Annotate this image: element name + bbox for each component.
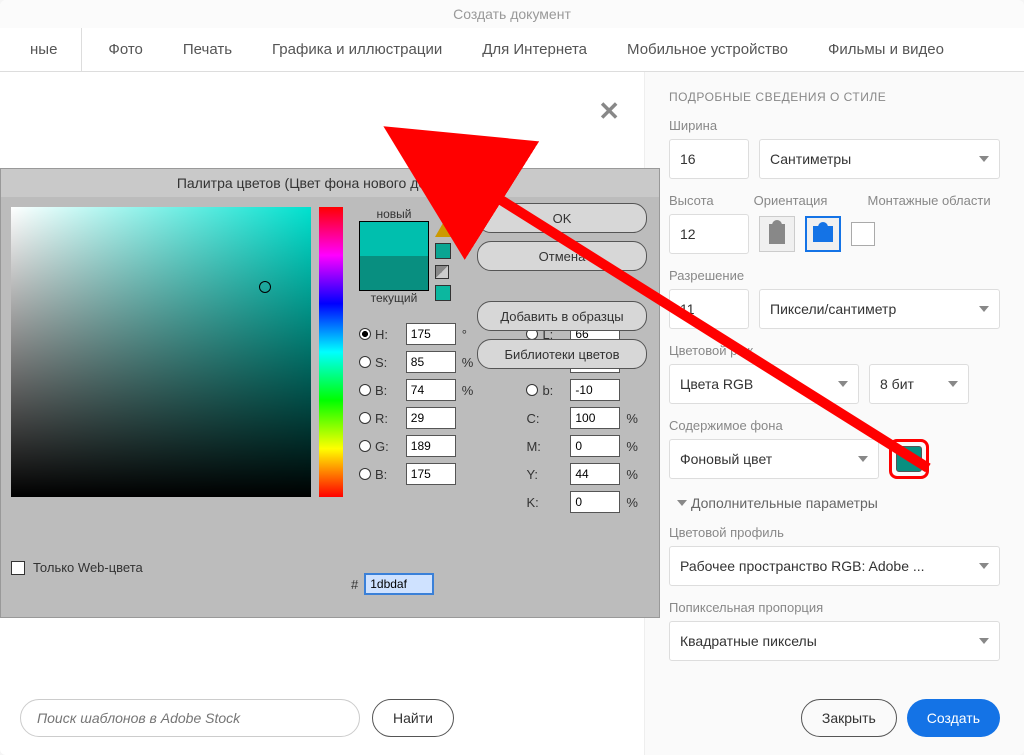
resolution-units-select[interactable]: Пиксели/сантиметр <box>759 289 1000 329</box>
preset-tabs: ные Фото Печать Графика и иллюстрации Дл… <box>0 28 1024 72</box>
bb-radio[interactable] <box>526 384 538 396</box>
g-radio[interactable] <box>359 440 371 452</box>
resolution-units-value: Пиксели/сантиметр <box>770 301 896 317</box>
background-value: Фоновый цвет <box>680 451 772 467</box>
gamut-warning-icon[interactable] <box>435 223 451 237</box>
tab-print[interactable]: Печать <box>163 28 252 72</box>
stock-search-input[interactable] <box>20 699 360 737</box>
y-input[interactable] <box>570 463 620 485</box>
web-colors-label: Только Web-цвета <box>33 560 143 575</box>
orientation-label: Ориентация <box>754 193 828 208</box>
window-title: Создать документ <box>0 0 1024 28</box>
h-input[interactable] <box>406 323 456 345</box>
preset-details-panel: ПОДРОБНЫЕ СВЕДЕНИЯ О СТИЛЕ Ширина 16 Сан… <box>644 72 1024 755</box>
current-color-swatch[interactable] <box>360 256 428 290</box>
background-color-swatch[interactable] <box>889 439 929 479</box>
current-color-label: текущий <box>359 291 429 305</box>
s-radio[interactable] <box>359 356 371 368</box>
tab-illustration[interactable]: Графика и иллюстрации <box>252 28 462 72</box>
units-value: Сантиметры <box>770 151 851 167</box>
cancel-button[interactable]: Отмена <box>477 241 647 271</box>
hash-label: # <box>351 577 358 592</box>
chevron-down-icon <box>858 456 868 462</box>
create-button[interactable]: Создать <box>907 699 1000 737</box>
c-input[interactable] <box>570 407 620 429</box>
tab-film[interactable]: Фильмы и видео <box>808 28 964 72</box>
brightness-input[interactable] <box>406 379 456 401</box>
units-select[interactable]: Сантиметры <box>759 139 1000 179</box>
pixel-aspect-select[interactable]: Квадратные пикселы <box>669 621 1000 661</box>
k-input[interactable] <box>570 491 620 513</box>
resolution-label: Разрешение <box>669 268 1000 283</box>
color-picker-title: Палитра цветов (Цвет фона нового докумен… <box>1 169 659 197</box>
websafe-warning-icon[interactable] <box>435 265 449 279</box>
artboards-label: Монтажные области <box>867 193 990 208</box>
pixel-aspect-value: Квадратные пикселы <box>680 633 817 649</box>
chevron-down-icon <box>979 306 989 312</box>
gamut-safe-swatch[interactable] <box>435 243 451 259</box>
chevron-down-icon <box>838 381 848 387</box>
resolution-input[interactable]: 11 <box>669 289 749 329</box>
tab-recent[interactable]: ные <box>10 28 82 72</box>
new-color-swatch <box>360 222 428 256</box>
r-input[interactable] <box>406 407 456 429</box>
bb-input[interactable] <box>570 379 620 401</box>
advanced-label: Дополнительные параметры <box>691 495 878 511</box>
orientation-landscape[interactable] <box>805 216 841 252</box>
tab-mobile[interactable]: Мобильное устройство <box>607 28 808 72</box>
web-colors-checkbox[interactable] <box>11 561 25 575</box>
color-picker-dialog: Палитра цветов (Цвет фона нового докумен… <box>0 168 660 618</box>
websafe-swatch[interactable] <box>435 285 451 301</box>
close-icon[interactable]: ✕ <box>598 96 620 127</box>
tab-photo[interactable]: Фото <box>88 28 162 72</box>
width-label: Ширина <box>669 118 1000 133</box>
b-radio[interactable] <box>359 384 371 396</box>
new-document-dialog: Создать документ ные Фото Печать Графика… <box>0 0 1024 755</box>
close-button[interactable]: Закрыть <box>801 699 897 737</box>
advanced-toggle[interactable]: Дополнительные параметры <box>669 495 1000 511</box>
new-color-label: новый <box>359 207 429 221</box>
chevron-down-icon <box>979 638 989 644</box>
height-label: Высота <box>669 193 714 208</box>
add-swatch-button[interactable]: Добавить в образцы <box>477 301 647 331</box>
color-profile-value: Рабочее пространство RGB: Adobe ... <box>680 558 925 574</box>
h-radio[interactable] <box>359 328 371 340</box>
chevron-down-icon <box>979 156 989 162</box>
blue-input[interactable] <box>406 463 456 485</box>
chevron-down-icon <box>677 500 687 506</box>
color-profile-select[interactable]: Рабочее пространство RGB: Adobe ... <box>669 546 1000 586</box>
r-radio[interactable] <box>359 412 371 424</box>
ok-button[interactable]: OK <box>477 203 647 233</box>
orientation-portrait[interactable] <box>759 216 795 252</box>
hex-input[interactable] <box>364 573 434 595</box>
s-input[interactable] <box>406 351 456 373</box>
m-input[interactable] <box>570 435 620 457</box>
background-select[interactable]: Фоновый цвет <box>669 439 879 479</box>
pixel-aspect-label: Попиксельная пропорция <box>669 600 1000 615</box>
height-input[interactable]: 12 <box>669 214 749 254</box>
details-heading: ПОДРОБНЫЕ СВЕДЕНИЯ О СТИЛЕ <box>669 90 1000 104</box>
saturation-value-area[interactable] <box>11 207 311 497</box>
width-input[interactable]: 16 <box>669 139 749 179</box>
g-input[interactable] <box>406 435 456 457</box>
sv-cursor <box>259 281 271 293</box>
bch-radio[interactable] <box>359 468 371 480</box>
artboards-checkbox[interactable] <box>851 222 875 246</box>
background-label: Содержимое фона <box>669 418 1000 433</box>
profile-label: Цветовой профиль <box>669 525 1000 540</box>
find-button[interactable]: Найти <box>372 699 454 737</box>
chevron-down-icon <box>948 381 958 387</box>
color-mode-value: Цвета RGB <box>680 376 753 392</box>
color-mode-label: Цветовой реж <box>669 343 1000 358</box>
color-preview <box>359 221 429 291</box>
color-libraries-button[interactable]: Библиотеки цветов <box>477 339 647 369</box>
bit-depth-value: 8 бит <box>880 376 914 392</box>
bit-depth-select[interactable]: 8 бит <box>869 364 969 404</box>
tab-web[interactable]: Для Интернета <box>462 28 607 72</box>
color-mode-select[interactable]: Цвета RGB <box>669 364 859 404</box>
hue-slider[interactable] <box>319 207 343 497</box>
chevron-down-icon <box>979 563 989 569</box>
